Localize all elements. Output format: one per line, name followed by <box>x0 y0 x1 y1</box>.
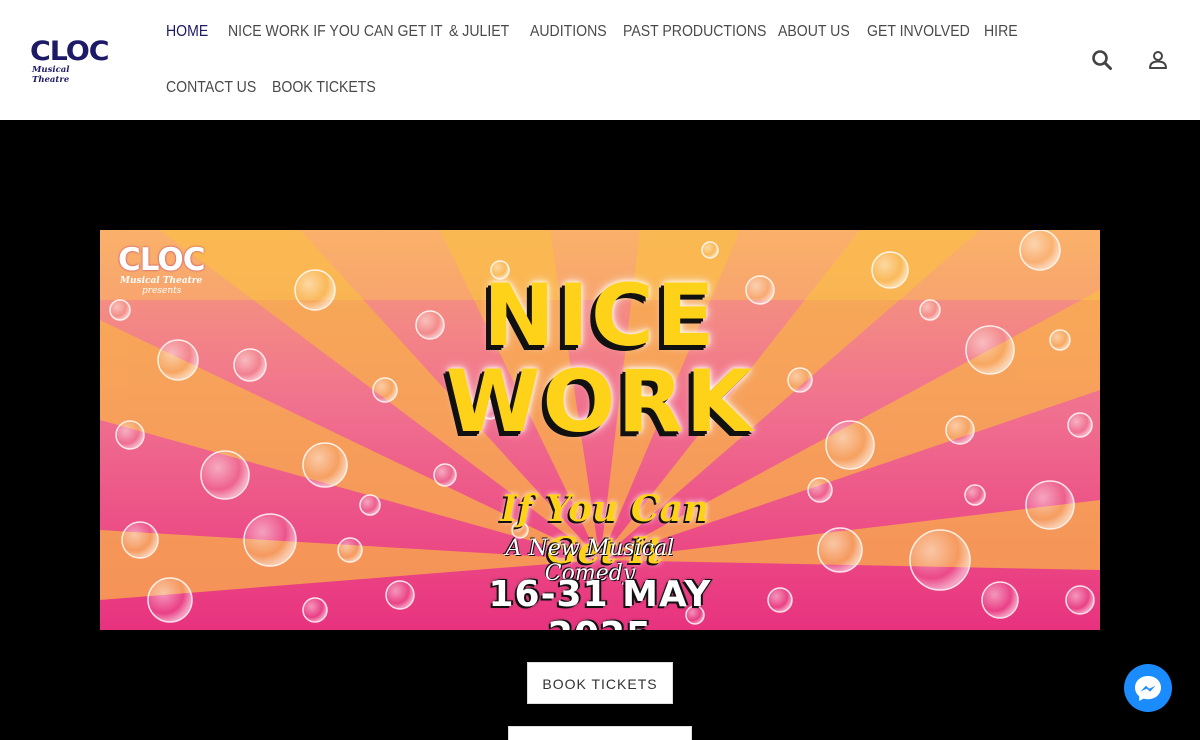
nav-item-get-involved[interactable]: GET INVOLVED <box>867 23 970 41</box>
site-logo[interactable]: CLOC Musical Theatre <box>30 38 110 86</box>
search-icon[interactable] <box>1091 49 1113 71</box>
hero-banner[interactable]: CLOC Musical Theatre presents NICE WORK … <box>100 230 1100 630</box>
nav-item-contact-us[interactable]: CONTACT US <box>166 79 256 97</box>
account-icon[interactable] <box>1147 49 1169 71</box>
messenger-icon <box>1135 676 1161 701</box>
secondary-button[interactable] <box>508 726 692 740</box>
banner-presents-text: presents <box>142 286 182 296</box>
nav-item-hire[interactable]: HIRE <box>984 23 1018 41</box>
nav-item-juliet[interactable]: & JULIET <box>449 23 509 41</box>
logo-subtitle: Musical Theatre <box>32 65 70 85</box>
book-tickets-button[interactable]: BOOK TICKETS <box>527 662 673 704</box>
nav-item-past-productions[interactable]: PAST PRODUCTIONS <box>623 23 766 41</box>
logo-wordmark: CLOC <box>30 36 110 67</box>
nav-item-book-tickets[interactable]: BOOK TICKETS <box>272 79 376 97</box>
nav-item-about-us[interactable]: ABOUT US <box>778 23 850 41</box>
show-title: NICE WORK <box>420 270 780 448</box>
banner-logo-subtitle: Musical Theatre <box>120 276 203 286</box>
messenger-chat-button[interactable] <box>1124 664 1172 712</box>
nav-item-auditions[interactable]: AUDITIONS <box>530 23 607 41</box>
show-dates: 16-31 MAY 2025 <box>488 574 712 630</box>
banner-logo: CLOC Musical Theatre presents <box>118 244 208 296</box>
show-title-line2: WORK <box>445 352 755 452</box>
show-title-line1: NICE <box>483 266 717 366</box>
site-header: CLOC Musical Theatre HOME NICE WORK IF Y… <box>0 0 1200 120</box>
nav-item-nice-work[interactable]: NICE WORK IF YOU CAN GET IT <box>228 23 443 41</box>
nav-item-home[interactable]: HOME <box>166 23 208 41</box>
banner-logo-wordmark: CLOC <box>118 242 206 278</box>
